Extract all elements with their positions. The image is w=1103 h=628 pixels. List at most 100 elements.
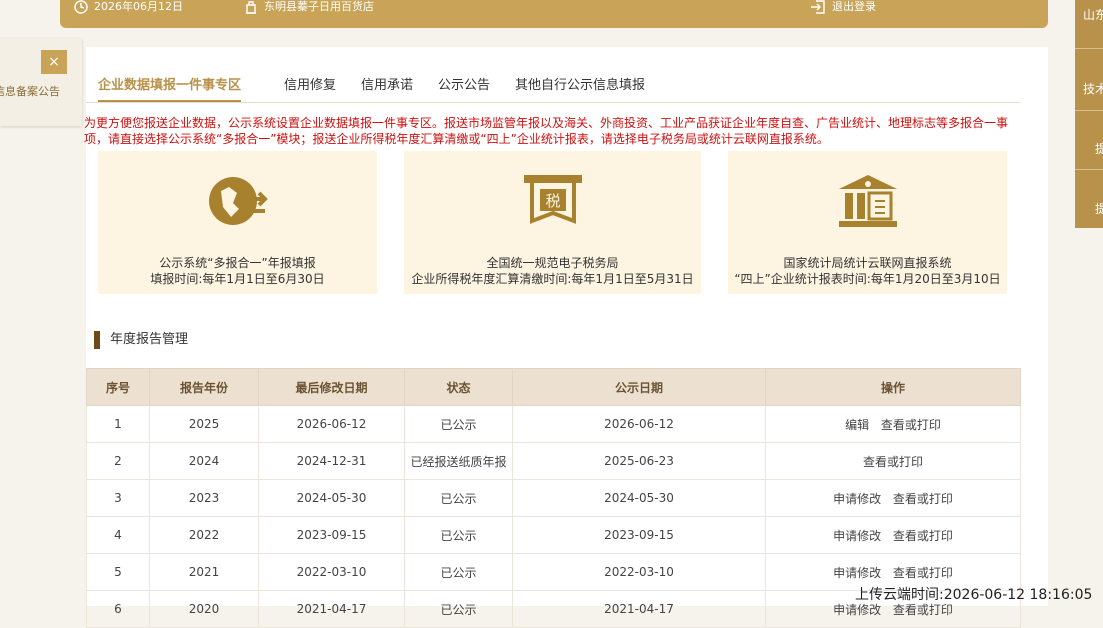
cell-no: 4	[86, 516, 150, 554]
tax-icon: 税	[523, 175, 582, 224]
cell-status: 已公示	[404, 553, 513, 591]
cell-published: 2026-06-12	[512, 405, 766, 443]
request-modify-link[interactable]: 申请修改	[833, 566, 881, 580]
cell-status: 已经报送纸质年报	[404, 442, 513, 480]
cell-modified: 2023-09-15	[258, 516, 405, 554]
view-print-link[interactable]: 查看或打印	[893, 492, 953, 506]
cell-modified: 2022-03-10	[258, 553, 405, 591]
cell-published: 2025-06-23	[512, 442, 766, 480]
table-row: 2 2024 2024-12-31 已经报送纸质年报 2025-06-23 查看…	[86, 442, 1021, 480]
cell-year: 2022	[149, 516, 259, 554]
cell-actions: 申请修改 查看或打印	[765, 516, 1021, 554]
col-header-year: 报告年份	[149, 368, 259, 406]
cell-no: 5	[86, 553, 150, 591]
right-side-menu: 山东 技术 提 提	[1075, 0, 1103, 228]
cell-year: 2020	[149, 590, 259, 628]
table-row: 4 2022 2023-09-15 已公示 2023-09-15 申请修改 查看…	[86, 516, 1021, 554]
cell-modified: 2026-06-12	[258, 405, 405, 443]
side-tab-divider	[1075, 48, 1103, 49]
col-header-published: 公示日期	[512, 368, 766, 406]
shop-name-text: 东明县蓁子日用百货店	[264, 0, 374, 13]
cell-actions: 编辑 查看或打印	[765, 405, 1021, 443]
table-row: 1 2025 2026-06-12 已公示 2026-06-12 编辑 查看或打…	[86, 405, 1021, 443]
card-e-tax[interactable]: 税 全国统一规范电子税务局 企业所得税年度汇算清缴时间:每年1月1日至5月31日	[404, 151, 701, 294]
view-print-link[interactable]: 查看或打印	[893, 566, 953, 580]
col-header-modified: 最后修改日期	[258, 368, 405, 406]
col-header-no: 序号	[86, 368, 150, 406]
card-title: 全国统一规范电子税务局	[486, 256, 619, 270]
cell-no: 2	[86, 442, 150, 480]
floating-notice: × 信息备案公告	[0, 38, 82, 126]
table-row: 3 2023 2024-05-30 已公示 2024-05-30 申请修改 查看…	[86, 479, 1021, 517]
tab-other-disclosure[interactable]: 其他自行公示信息填报	[515, 74, 645, 102]
top-bar: 2026年06月12日 东明县蓁子日用百货店 退出登录	[60, 0, 1048, 28]
view-print-link[interactable]: 查看或打印	[893, 529, 953, 543]
clock-icon	[74, 0, 88, 14]
view-print-link[interactable]: 查看或打印	[881, 418, 941, 432]
side-tab-3[interactable]: 提	[1095, 140, 1103, 157]
notice-link[interactable]: 信息备案公告	[0, 83, 60, 99]
side-tab-1[interactable]: 山东	[1083, 6, 1103, 23]
side-tab-divider	[1075, 169, 1103, 170]
main-panel: 企业数据填报一件事专区 信用修复 信用承诺 公示公告 其他自行公示信息填报 为更…	[84, 47, 1048, 628]
tab-bar: 企业数据填报一件事专区 信用修复 信用承诺 公示公告 其他自行公示信息填报	[86, 69, 1020, 103]
request-modify-link[interactable]: 申请修改	[833, 492, 881, 506]
request-modify-link[interactable]: 申请修改	[833, 529, 881, 543]
cell-modified: 2024-12-31	[258, 442, 405, 480]
col-header-status: 状态	[404, 368, 513, 406]
cell-published: 2023-09-15	[512, 516, 766, 554]
section-marker	[94, 331, 100, 349]
side-tab-2[interactable]: 技术	[1083, 80, 1103, 97]
upload-time-overlay: 上传云端时间:2026-06-12 18:16:05	[855, 587, 1093, 603]
card-subtitle: 填报时间:每年1月1日至6月30日	[150, 272, 325, 286]
request-modify-link[interactable]: 申请修改	[833, 603, 881, 617]
section-title: 年度报告管理	[94, 331, 188, 349]
col-header-actions: 操作	[765, 368, 1021, 406]
table-header-row: 序号 报告年份 最后修改日期 状态 公示日期 操作	[86, 368, 1021, 406]
tab-data-report-zone[interactable]: 企业数据填报一件事专区	[98, 74, 242, 102]
cell-no: 1	[86, 405, 150, 443]
card-subtitle: 企业所得税年度汇算清缴时间:每年1月1日至5月31日	[411, 272, 694, 286]
card-title: 国家统计局统计云联网直报系统	[783, 256, 952, 270]
tab-credit-repair[interactable]: 信用修复	[284, 74, 336, 102]
statistics-bureau-icon	[838, 175, 897, 227]
cell-year: 2021	[149, 553, 259, 591]
cell-published: 2022-03-10	[512, 553, 766, 591]
card-statistics[interactable]: 国家统计局统计云联网直报系统 “四上”企业统计报表时间:每年1月20日至3月10…	[728, 151, 1007, 294]
multi-report-icon	[208, 177, 268, 225]
cell-modified: 2021-04-17	[258, 590, 405, 628]
cell-year: 2024	[149, 442, 259, 480]
view-print-link[interactable]: 查看或打印	[893, 603, 953, 617]
logout-button[interactable]: 退出登录	[810, 0, 876, 14]
cell-published: 2024-05-30	[512, 479, 766, 517]
tax-glyph: 税	[545, 192, 560, 210]
cell-published: 2021-04-17	[512, 590, 766, 628]
cell-year: 2023	[149, 479, 259, 517]
view-print-link[interactable]: 查看或打印	[863, 455, 923, 469]
shop-name: 东明县蓁子日用百货店	[244, 0, 374, 14]
logout-icon	[811, 0, 825, 14]
shop-icon	[246, 1, 256, 14]
cell-status: 已公示	[404, 516, 513, 554]
close-button[interactable]: ×	[41, 50, 67, 74]
card-subtitle: “四上”企业统计报表时间:每年1月20日至3月10日	[734, 272, 1001, 286]
cell-status: 已公示	[404, 479, 513, 517]
side-tab-divider	[1075, 110, 1103, 111]
section-title-text: 年度报告管理	[110, 332, 189, 347]
cell-status: 已公示	[404, 590, 513, 628]
cell-year: 2025	[149, 405, 259, 443]
date-text: 2026年06月12日	[94, 0, 183, 13]
cell-status: 已公示	[404, 405, 513, 443]
card-multi-report[interactable]: 公示系统“多报合一”年报填报 填报时间:每年1月1日至6月30日	[98, 151, 377, 294]
date-display: 2026年06月12日	[74, 0, 183, 14]
notice-text: 为更方便您报送企业数据，公示系统设置企业数据填报一件事专区。报送市场监管年报以及…	[84, 116, 1009, 146]
cell-actions: 查看或打印	[765, 442, 1021, 480]
edit-link[interactable]: 编辑	[845, 418, 869, 432]
cell-modified: 2024-05-30	[258, 479, 405, 517]
side-tab-4[interactable]: 提	[1095, 200, 1103, 217]
logout-label: 退出登录	[832, 0, 876, 13]
cell-no: 6	[86, 590, 150, 628]
tab-public-notice[interactable]: 公示公告	[438, 74, 490, 102]
cell-no: 3	[86, 479, 150, 517]
tab-credit-commitment[interactable]: 信用承诺	[361, 74, 413, 102]
